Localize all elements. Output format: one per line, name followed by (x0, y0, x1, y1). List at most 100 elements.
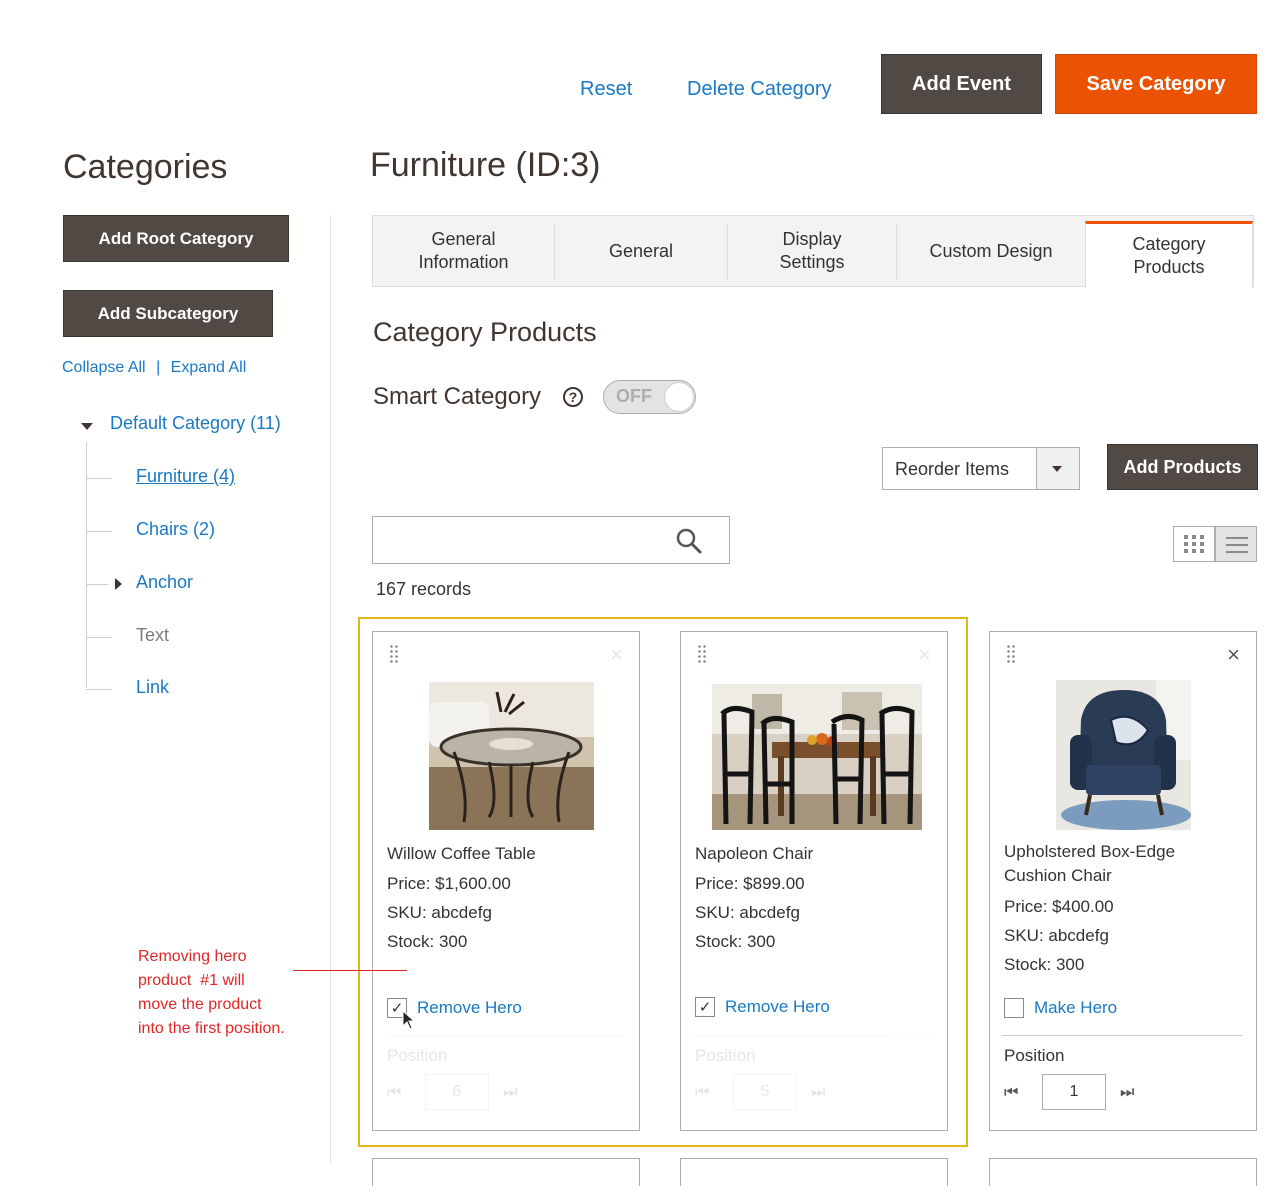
hero-checkbox[interactable]: ✓ (695, 997, 715, 1017)
tab-display-settings[interactable]: Display Settings (728, 216, 896, 286)
tab-custom-design[interactable]: Custom Design (897, 216, 1085, 286)
last-position-icon[interactable]: ⏭ (1120, 1084, 1135, 1102)
section-title: Category Products (373, 317, 597, 347)
position-input[interactable]: 5 (733, 1074, 797, 1110)
grid-icon (1184, 535, 1204, 553)
chevron-down-icon (1052, 466, 1062, 472)
drag-handle-icon[interactable] (389, 644, 399, 664)
collapse-all-link[interactable]: Collapse All (62, 359, 146, 376)
tree-controls: Collapse All | Expand All (62, 359, 246, 377)
last-position-icon[interactable]: ⏭ (811, 1084, 826, 1102)
close-icon[interactable]: × (918, 644, 931, 666)
close-icon[interactable]: × (1227, 644, 1240, 666)
tree-item-chairs[interactable]: Chairs (2) (136, 519, 215, 540)
close-icon[interactable]: × (610, 644, 623, 666)
expand-all-link[interactable]: Expand All (171, 359, 247, 376)
list-view-button[interactable] (1215, 526, 1257, 562)
drag-handle-icon[interactable] (1006, 644, 1016, 664)
make-hero-link[interactable]: Make Hero (1034, 998, 1117, 1018)
reset-link[interactable]: Reset (580, 78, 632, 101)
product-image-napoleon-chair (712, 684, 922, 830)
add-event-button[interactable]: Add Event (881, 54, 1042, 114)
search-input[interactable] (375, 519, 669, 561)
position-divider (693, 1036, 933, 1037)
tab-general[interactable]: General (555, 216, 727, 286)
product-card[interactable]: × Napoleon Chair Price: $899.00 SKU: abc… (680, 631, 948, 1131)
position-input[interactable]: 6 (425, 1074, 489, 1110)
tab-category-products[interactable]: Category Products (1085, 221, 1253, 288)
smart-category-toggle[interactable]: OFF (603, 380, 696, 414)
grid-view-button[interactable] (1173, 526, 1215, 562)
reorder-items-label: Reorder Items (895, 459, 1010, 479)
save-category-button[interactable]: Save Category (1055, 54, 1257, 114)
tree-connector (86, 637, 112, 638)
page-title: Furniture (ID:3) (370, 146, 601, 184)
product-price: Price: $400.00 (1004, 897, 1114, 916)
toggle-label: OFF (616, 386, 652, 406)
tree-item-link[interactable]: Link (136, 677, 169, 698)
product-card[interactable]: × Upholstered Box-Edge Cushion Chair Pri… (989, 631, 1257, 1131)
product-sku: SKU: abcdefg (695, 903, 800, 922)
tree-item-text[interactable]: Text (136, 625, 169, 646)
help-icon[interactable]: ? (563, 387, 583, 407)
tab-label: Settings (779, 252, 845, 272)
product-image-coffee-table (429, 682, 594, 830)
annotation-line: product #1 will (138, 972, 245, 989)
product-stock: Stock: 300 (695, 932, 776, 951)
tab-label: Products (1133, 257, 1205, 277)
annotation-pointer-line (293, 970, 407, 971)
tab-label: Category (1132, 234, 1206, 254)
records-count: 167 records (376, 579, 472, 599)
tab-bar: General Information General Display Sett… (372, 215, 1254, 288)
product-sku: SKU: abcdefg (387, 903, 492, 922)
first-position-icon[interactable]: ⏮ (387, 1084, 402, 1102)
sidebar-title: Categories (63, 148, 228, 186)
reorder-items-select[interactable]: Reorder Items (882, 447, 1080, 490)
tab-label: Information (418, 252, 509, 272)
search-icon[interactable] (675, 527, 703, 555)
product-sku: SKU: abcdefg (1004, 926, 1109, 945)
tree-connector (86, 478, 112, 479)
last-position-icon[interactable]: ⏭ (503, 1084, 518, 1102)
tree-item-default-category[interactable]: Default Category (11) (110, 413, 281, 434)
add-subcategory-button[interactable]: Add Subcategory (63, 290, 273, 337)
first-position-icon[interactable]: ⏮ (695, 1084, 710, 1102)
tree-item-anchor[interactable]: Anchor (136, 572, 193, 593)
annotation-note: Removing hero product #1 will move the p… (138, 945, 285, 1041)
hero-checkbox[interactable] (1004, 998, 1024, 1018)
annotation-line: into the first position. (138, 1020, 285, 1037)
tree-item-furniture[interactable]: Furniture (4) (136, 466, 235, 487)
remove-hero-link[interactable]: Remove Hero (417, 998, 522, 1018)
position-divider (1002, 1035, 1242, 1036)
list-icon (1226, 537, 1248, 553)
add-root-category-button[interactable]: Add Root Category (63, 215, 289, 262)
tree-connector (86, 689, 112, 690)
first-position-icon[interactable]: ⏮ (1004, 1084, 1019, 1102)
tree-controls-separator: | (156, 359, 161, 376)
position-label: Position (1004, 1046, 1065, 1065)
product-image-cushion-chair (1056, 680, 1191, 830)
product-name: Willow Coffee Table (387, 844, 536, 863)
add-products-button[interactable]: Add Products (1107, 444, 1258, 490)
annotation-line: Removing hero (138, 948, 247, 965)
product-name-line: Upholstered Box-Edge (1004, 842, 1176, 861)
position-label: Position (695, 1046, 756, 1065)
product-price: Price: $1,600.00 (387, 874, 511, 893)
drag-handle-icon[interactable] (697, 644, 707, 664)
product-name: Napoleon Chair (695, 844, 814, 863)
tab-label: General (608, 240, 674, 261)
position-label: Position (387, 1046, 448, 1065)
caret-down-icon[interactable] (80, 421, 94, 431)
product-price: Price: $899.00 (695, 874, 805, 893)
position-input[interactable]: 1 (1042, 1074, 1106, 1110)
remove-hero-link[interactable]: Remove Hero (725, 997, 830, 1017)
mouse-cursor-icon (402, 1010, 416, 1030)
tab-label: General (431, 229, 496, 249)
product-stock: Stock: 300 (387, 932, 468, 951)
product-stock: Stock: 300 (1004, 955, 1085, 974)
tab-general-information[interactable]: General Information (373, 216, 554, 286)
product-card (989, 1158, 1257, 1186)
caret-right-icon[interactable] (113, 577, 123, 591)
delete-category-link[interactable]: Delete Category (687, 78, 832, 101)
product-card[interactable]: × Willow Coffee Table Price: $1,600.00 S… (372, 631, 640, 1131)
